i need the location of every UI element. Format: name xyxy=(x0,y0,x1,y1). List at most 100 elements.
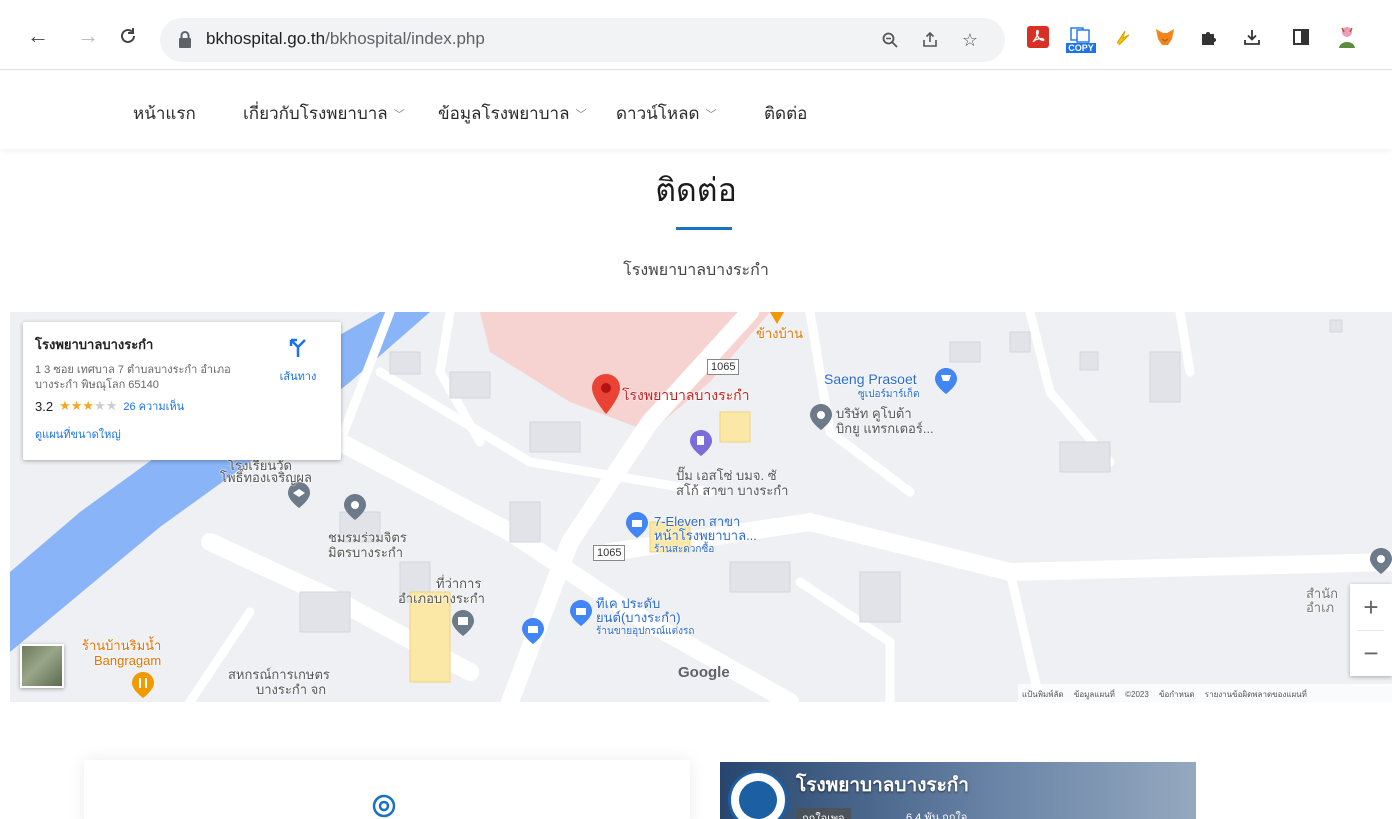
nav-about[interactable]: เกี่ยวกับโรงพยาบาล ﹀ xyxy=(243,100,405,127)
nav-hospital-info[interactable]: ข้อมูลโรงพยาบาล ﹀ xyxy=(438,100,586,127)
cafe-marker-icon[interactable] xyxy=(770,312,784,324)
google-map[interactable]: ข้างบ้าน โรงพยาบาลบางระกำ 1065 1065 Saen… xyxy=(10,312,1392,702)
directions-button[interactable]: เส้นทาง xyxy=(273,336,323,385)
rating-value: 3.2 xyxy=(35,398,54,414)
zoom-out-button[interactable]: − xyxy=(1350,630,1392,676)
map-label-saeng-prasoet: Saeng Prasoet xyxy=(824,371,917,387)
map-label-restaurant-2: Bangragam xyxy=(94,653,162,668)
share-icon[interactable] xyxy=(918,28,942,52)
back-icon[interactable]: ← xyxy=(24,22,52,50)
hospital-pin-icon[interactable] xyxy=(592,374,620,414)
location-pin-icon xyxy=(372,794,396,818)
rating-stars-icon: ★★★★★ xyxy=(59,398,117,414)
government-pin-icon[interactable] xyxy=(452,610,474,636)
profile-avatar[interactable] xyxy=(1334,24,1360,50)
map-label-club-1: ชมรมร่วมจิตร xyxy=(328,530,407,545)
facebook-like-count: 6.4 พัน ถูกใจ xyxy=(906,812,968,819)
map-label-tire-1: ทีเค ประดับ xyxy=(596,596,661,611)
map-label-tire-3: ร้านขายอุปกรณ์แต่งรถ xyxy=(596,626,695,637)
map-label-khang-ban: ข้างบ้าน xyxy=(756,326,803,341)
gas-station-pin-icon[interactable] xyxy=(690,430,712,456)
pdf-extension-icon[interactable] xyxy=(1025,24,1051,50)
office-pin-icon[interactable] xyxy=(1370,548,1392,574)
google-logo: Google xyxy=(678,664,730,681)
nav-contact[interactable]: ติดต่อ xyxy=(764,100,807,127)
facebook-page-widget[interactable]: โรงพยาบาลบางระกำ ถูกใจเพจ 6.4 พัน ถูกใจ xyxy=(720,762,1196,819)
nav-about-label: เกี่ยวกับโรงพยาบาล xyxy=(243,104,388,123)
address-card xyxy=(84,760,690,819)
map-attribution[interactable]: แป้นพิมพ์ลัด ข้อมูลแผนที่ ©2023 ข้อกำหนด… xyxy=(1018,684,1392,702)
chevron-down-icon: ﹀ xyxy=(575,108,587,121)
title-underline xyxy=(676,227,732,230)
map-label-school-2: โพธิ์ทองเจริญผล xyxy=(220,470,312,485)
map-label-seven-1: 7-Eleven สาขา xyxy=(654,514,741,529)
map-label-saeng-prasoet-sub: ซูเปอร์มาร์เก็ต xyxy=(858,389,920,400)
hospital-logo xyxy=(728,770,788,819)
chevron-down-icon: ﹀ xyxy=(393,108,405,121)
site-navbar: หน้าแรก เกี่ยวกับโรงพยาบาล ﹀ ข้อมูลโรงพยา… xyxy=(0,71,1392,149)
nav-home[interactable]: หน้าแรก xyxy=(133,100,196,127)
address-bar[interactable]: bkhospital.go.th/bkhospital/index.php ☆ xyxy=(160,18,1005,62)
forward-icon[interactable]: → xyxy=(74,22,102,50)
nav-download[interactable]: ดาวน์โหลด ﹀ xyxy=(616,100,717,127)
bookmark-star-icon[interactable]: ☆ xyxy=(958,28,982,52)
map-label-pump-1: ปั๊ม เอสโซ่ บมจ. ซั xyxy=(676,468,777,483)
hospital-logo-emblem xyxy=(739,781,777,819)
url-domain: bkhospital.go.th xyxy=(206,29,326,48)
facebook-like-button[interactable]: ถูกใจเพจ xyxy=(796,808,851,819)
extensions-puzzle-icon[interactable] xyxy=(1196,24,1222,50)
browser-toolbar: ← → bkhospital.go.th/bkhospital/index.ph… xyxy=(0,0,1392,70)
auto-parts-pin-icon[interactable] xyxy=(570,600,592,626)
map-label-coop-2: บางระกำ จก xyxy=(256,682,327,697)
school-pin-icon[interactable] xyxy=(288,482,310,508)
copy-extension-icon[interactable]: COPY xyxy=(1064,20,1098,60)
road-shield-1065-south: 1065 xyxy=(593,545,626,561)
map-label-seven-2: หน้าโรงพยาบาล... xyxy=(654,528,757,543)
directions-label: เส้นทาง xyxy=(279,371,317,383)
stars-empty: ★★ xyxy=(94,398,118,413)
side-panel-icon[interactable] xyxy=(1288,24,1314,50)
page-title: ติดต่อ xyxy=(655,172,737,208)
map-label-seven-3: ร้านสะดวกซื้อ xyxy=(654,544,715,555)
metamask-fox-icon[interactable] xyxy=(1152,24,1178,50)
stars-filled: ★★★ xyxy=(59,398,95,413)
club-pin-icon[interactable] xyxy=(344,494,366,520)
reviews-link[interactable]: 26 ความเห็น xyxy=(123,397,184,415)
map-label-coop-1: สหกรณ์การเกษตร xyxy=(228,667,330,682)
url-text: bkhospital.go.th/bkhospital/index.php xyxy=(206,29,485,49)
map-label-club-2: มิตรบางระกำ xyxy=(328,545,404,560)
zoom-icon[interactable] xyxy=(878,28,902,52)
reload-icon[interactable] xyxy=(114,22,142,50)
satellite-toggle[interactable] xyxy=(20,644,64,688)
map-label-district-2: อำเภอบางระกำ xyxy=(398,591,485,606)
map-label-hospital: โรงพยาบาลบางระกำ xyxy=(622,387,750,403)
zoom-controls: + − xyxy=(1350,584,1392,676)
lightning-extension-icon[interactable] xyxy=(1110,24,1136,50)
convenience-store-pin-icon[interactable] xyxy=(626,512,648,538)
chevron-down-icon: ﹀ xyxy=(705,108,717,121)
copy-extension-label: COPY xyxy=(1066,43,1096,53)
map-label-tire-2: ยนต์(บางระกำ) xyxy=(596,610,681,625)
lock-icon xyxy=(179,31,191,48)
store-pin-icon[interactable] xyxy=(522,618,544,644)
zoom-in-button[interactable]: + xyxy=(1350,584,1392,630)
place-rating: 3.2 ★★★★★ 26 ความเห็น xyxy=(35,397,329,415)
nav-download-label: ดาวน์โหลด xyxy=(616,104,700,123)
larger-map-link[interactable]: ดูแผนที่ขนาดใหญ่ xyxy=(35,425,329,443)
map-label-district-1: ที่ว่าการ xyxy=(436,576,482,591)
download-icon[interactable] xyxy=(1239,24,1265,50)
page-subtitle: โรงพยาบาลบางระกำ xyxy=(623,262,769,279)
restaurant-pin-icon[interactable] xyxy=(132,672,154,698)
url-path: /bkhospital/index.php xyxy=(325,29,485,48)
directions-icon xyxy=(289,338,306,357)
map-label-kubota-1: บริษัท คูโบต้า xyxy=(836,406,912,421)
nav-contact-label: ติดต่อ xyxy=(764,104,808,123)
facebook-page-title[interactable]: โรงพยาบาลบางระกำ xyxy=(796,770,969,800)
map-label-kubota-2: บิกยู แทรกเตอร์... xyxy=(836,421,934,436)
company-pin-icon[interactable] xyxy=(810,404,832,430)
map-label-office-2: อำเภ xyxy=(1306,600,1335,615)
place-info-card: โรงพยาบาลบางระกำ 1 3 ซอย เทศบาล 7 ตำบลบา… xyxy=(23,322,341,460)
supermarket-pin-icon[interactable] xyxy=(935,368,957,394)
place-address: 1 3 ซอย เทศบาล 7 ตำบลบางระกำ อำเภอบางระก… xyxy=(35,364,231,391)
map-label-pump-2: สโก้ สาขา บางระกำ xyxy=(676,483,789,498)
